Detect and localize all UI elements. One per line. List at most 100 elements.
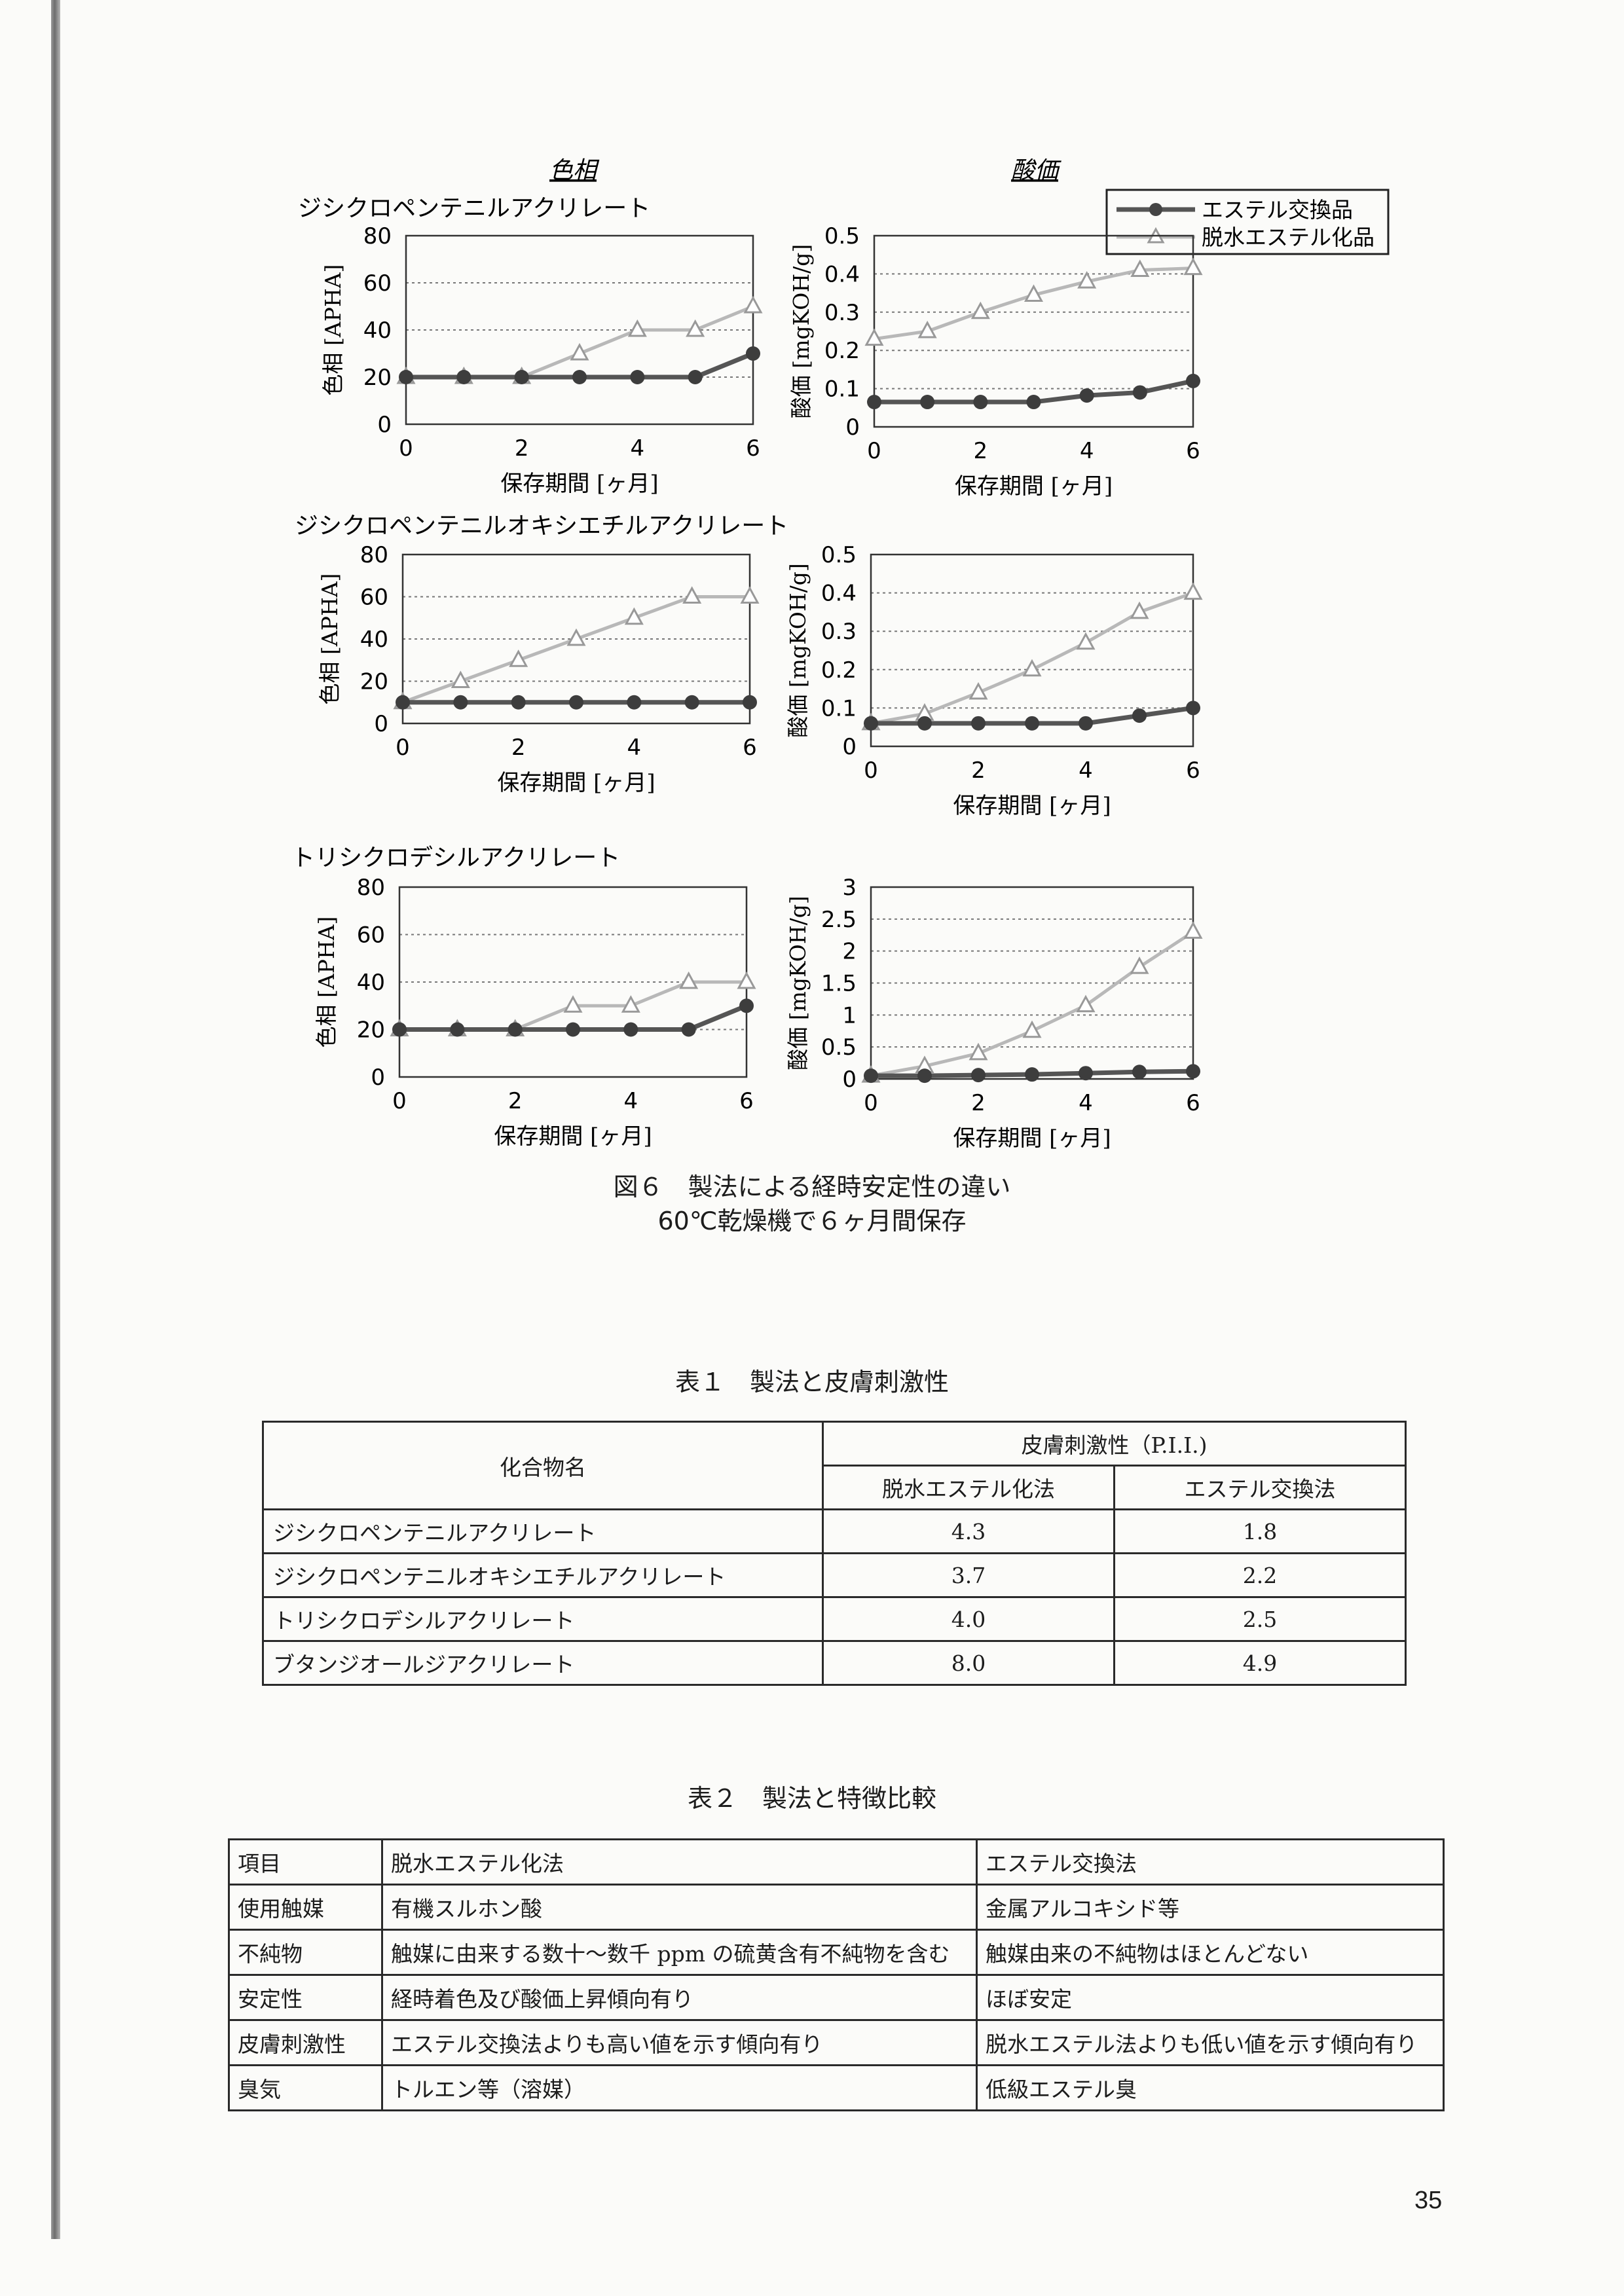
y-axis-label: 色相 [APHA]: [317, 574, 342, 705]
chart-row-title: トリシクロデシルアクリレート: [291, 845, 620, 871]
figure-caption-line1: 図６ 製法による経時安定性の違い: [613, 1173, 1011, 1201]
x-tick-label: 4: [1079, 757, 1093, 784]
x-tick-label: 2: [974, 438, 988, 464]
data-point-ester-exchange: [396, 695, 410, 710]
x-tick-label: 6: [743, 735, 757, 761]
y-tick-label: 0: [842, 1066, 857, 1093]
y-axis-label: 酸価 [mgKOH/g]: [785, 896, 811, 1070]
table1-cell-exchange: 1.8: [1113, 1508, 1407, 1554]
page-number: 35: [1414, 2187, 1443, 2214]
chart-legend: エステル交換品 脱水エステル化品: [1105, 189, 1390, 255]
y-tick-label: 3: [842, 875, 857, 901]
data-point-dehydration: [1076, 994, 1096, 1013]
table2-cell-exchange: 触媒由来の不純物はほとんどない: [976, 1929, 1445, 1976]
data-point-ester-exchange: [399, 370, 413, 384]
table2-cell-item: 臭気: [228, 2064, 383, 2111]
x-tick-label: 4: [631, 435, 645, 462]
table2-caption: 表２ 製法と特徴比較: [687, 1784, 936, 1813]
data-point-ester-exchange: [864, 1068, 878, 1084]
data-point-ester-exchange: [392, 1022, 407, 1037]
x-axis-label: 保存期間 [ヶ月]: [500, 471, 658, 497]
data-point-ester-exchange: [867, 395, 881, 410]
x-tick-label: 0: [864, 1090, 878, 1116]
data-point-ester-exchange: [971, 716, 986, 731]
data-point-ester-exchange: [572, 370, 587, 384]
y-tick-label: 2: [842, 939, 857, 965]
data-point-ester-exchange: [507, 1022, 523, 1037]
series-line-dehydration: [870, 930, 1194, 1078]
data-point-ester-exchange: [569, 695, 583, 710]
y-tick-label: 0.4: [821, 581, 857, 607]
x-tick-label: 2: [515, 435, 529, 462]
table1-cell-dehydration: 3.7: [822, 1552, 1115, 1598]
figure-6-charts: 色相 酸価 エステル交換品 脱水エステル化品 ジシクロペンテニルアクリレート 0 2…: [291, 157, 1390, 1152]
table-row: 不純物 触媒に由来する数十～数千 ppm の硫黄含有不純物を含む 触媒由来の不純…: [228, 1929, 1445, 1976]
data-point-ester-exchange: [450, 1022, 465, 1037]
y-tick-label: 0: [377, 412, 392, 438]
y-tick-label: 40: [360, 627, 388, 653]
data-point-ester-exchange: [1132, 1065, 1147, 1080]
data-point-ester-exchange: [453, 695, 468, 710]
table1-header-dehydration: 脱水エステル化法: [822, 1465, 1115, 1510]
table1-cell-exchange: 4.9: [1113, 1640, 1407, 1686]
series-line-dehydration: [406, 304, 754, 379]
table-row: 臭気 トルエン等（溶媒） 低級エステル臭: [228, 2064, 1445, 2111]
x-tick-label: 6: [1186, 1090, 1200, 1116]
y-tick-label: 60: [363, 270, 392, 297]
table1-cell-dehydration: 8.0: [822, 1640, 1115, 1686]
data-point-ester-exchange: [1079, 1066, 1093, 1081]
data-point-ester-exchange: [688, 370, 703, 384]
table2-cell-item: 安定性: [228, 1974, 383, 2021]
data-point-ester-exchange: [627, 695, 642, 710]
x-tick-label: 0: [399, 435, 413, 462]
x-tick-label: 6: [1186, 757, 1200, 784]
column-header-color: 色相: [549, 157, 600, 184]
data-point-ester-exchange: [971, 1068, 986, 1083]
figure-caption-line2: 60℃乾燥機で６ヶ月間保存: [657, 1207, 967, 1235]
table2-cell-dehydration: 脱水エステル化法: [381, 1838, 978, 1886]
table1-caption: 表１ 製法と皮膚刺激性: [674, 1368, 949, 1396]
table1-skin-irritation: 化合物名 皮膚刺激性（P.I.I.) 脱水エステル化法 エステル交換法 ジシクロ…: [262, 1421, 1407, 1686]
legend-label-ester-exchange: エステル交換品: [1202, 197, 1353, 223]
table2-cell-item: 項目: [228, 1838, 383, 1886]
table-row: 項目 脱水エステル化法 エステル交換法: [228, 1838, 1445, 1886]
y-axis-label: 色相 [APHA]: [320, 264, 346, 396]
data-point-ester-exchange: [743, 695, 757, 710]
table-row: ジシクロペンテニルオキシエチルアクリレート 3.7 2.2: [262, 1552, 1407, 1598]
y-tick-label: 60: [357, 922, 385, 949]
data-point-ester-exchange: [456, 370, 471, 384]
y-axis-label: 酸価 [mgKOH/g]: [785, 563, 811, 738]
table1-cell-name: トリシクロデシルアクリレート: [262, 1596, 824, 1642]
y-axis-label: 酸価 [mgKOH/g]: [788, 244, 814, 419]
x-axis-label: 保存期間 [ヶ月]: [953, 793, 1111, 819]
table1-header-pii: 皮膚刺激性（P.I.I.): [822, 1421, 1407, 1467]
table2-cell-dehydration: 触媒に由来する数十～数千 ppm の硫黄含有不純物を含む: [381, 1929, 978, 1976]
x-tick-label: 6: [746, 435, 760, 462]
x-axis-label: 保存期間 [ヶ月]: [955, 473, 1113, 500]
table2-cell-item: 使用触媒: [228, 1884, 383, 1931]
table-row: トリシクロデシルアクリレート 4.0 2.5: [262, 1596, 1407, 1642]
table1-cell-name: ブタンジオールジアクリレート: [262, 1640, 824, 1686]
y-tick-label: 0.1: [821, 695, 857, 721]
x-tick-label: 4: [627, 735, 642, 761]
table2-cell-exchange: 脱水エステル法よりも低い値を示す傾向有り: [976, 2019, 1445, 2066]
data-point-ester-exchange: [917, 1068, 932, 1084]
data-point-ester-exchange: [917, 716, 932, 731]
data-point-dehydration: [1183, 921, 1203, 939]
legend-label-dehydration: 脱水エステル化品: [1202, 225, 1375, 250]
data-point-dehydration: [1130, 956, 1149, 974]
data-point-dehydration: [743, 295, 763, 314]
data-point-ester-exchange: [864, 716, 878, 731]
y-tick-label: 40: [363, 318, 392, 344]
table-row: 使用触媒 有機スルホン酸 金属アルコキシド等: [228, 1884, 1445, 1931]
y-tick-label: 0.4: [824, 261, 860, 287]
data-point-dehydration: [1183, 582, 1203, 600]
table2-cell-dehydration: トルエン等（溶媒）: [381, 2064, 978, 2111]
table2-cell-exchange: ほぼ安定: [976, 1974, 1445, 2021]
data-point-ester-exchange: [1079, 388, 1094, 403]
column-header-acid: 酸価: [1011, 157, 1061, 184]
data-point-ester-exchange: [1026, 395, 1041, 410]
data-point-ester-exchange: [1132, 385, 1147, 400]
data-point-ester-exchange: [681, 1022, 696, 1037]
data-point-ester-exchange: [920, 395, 935, 410]
